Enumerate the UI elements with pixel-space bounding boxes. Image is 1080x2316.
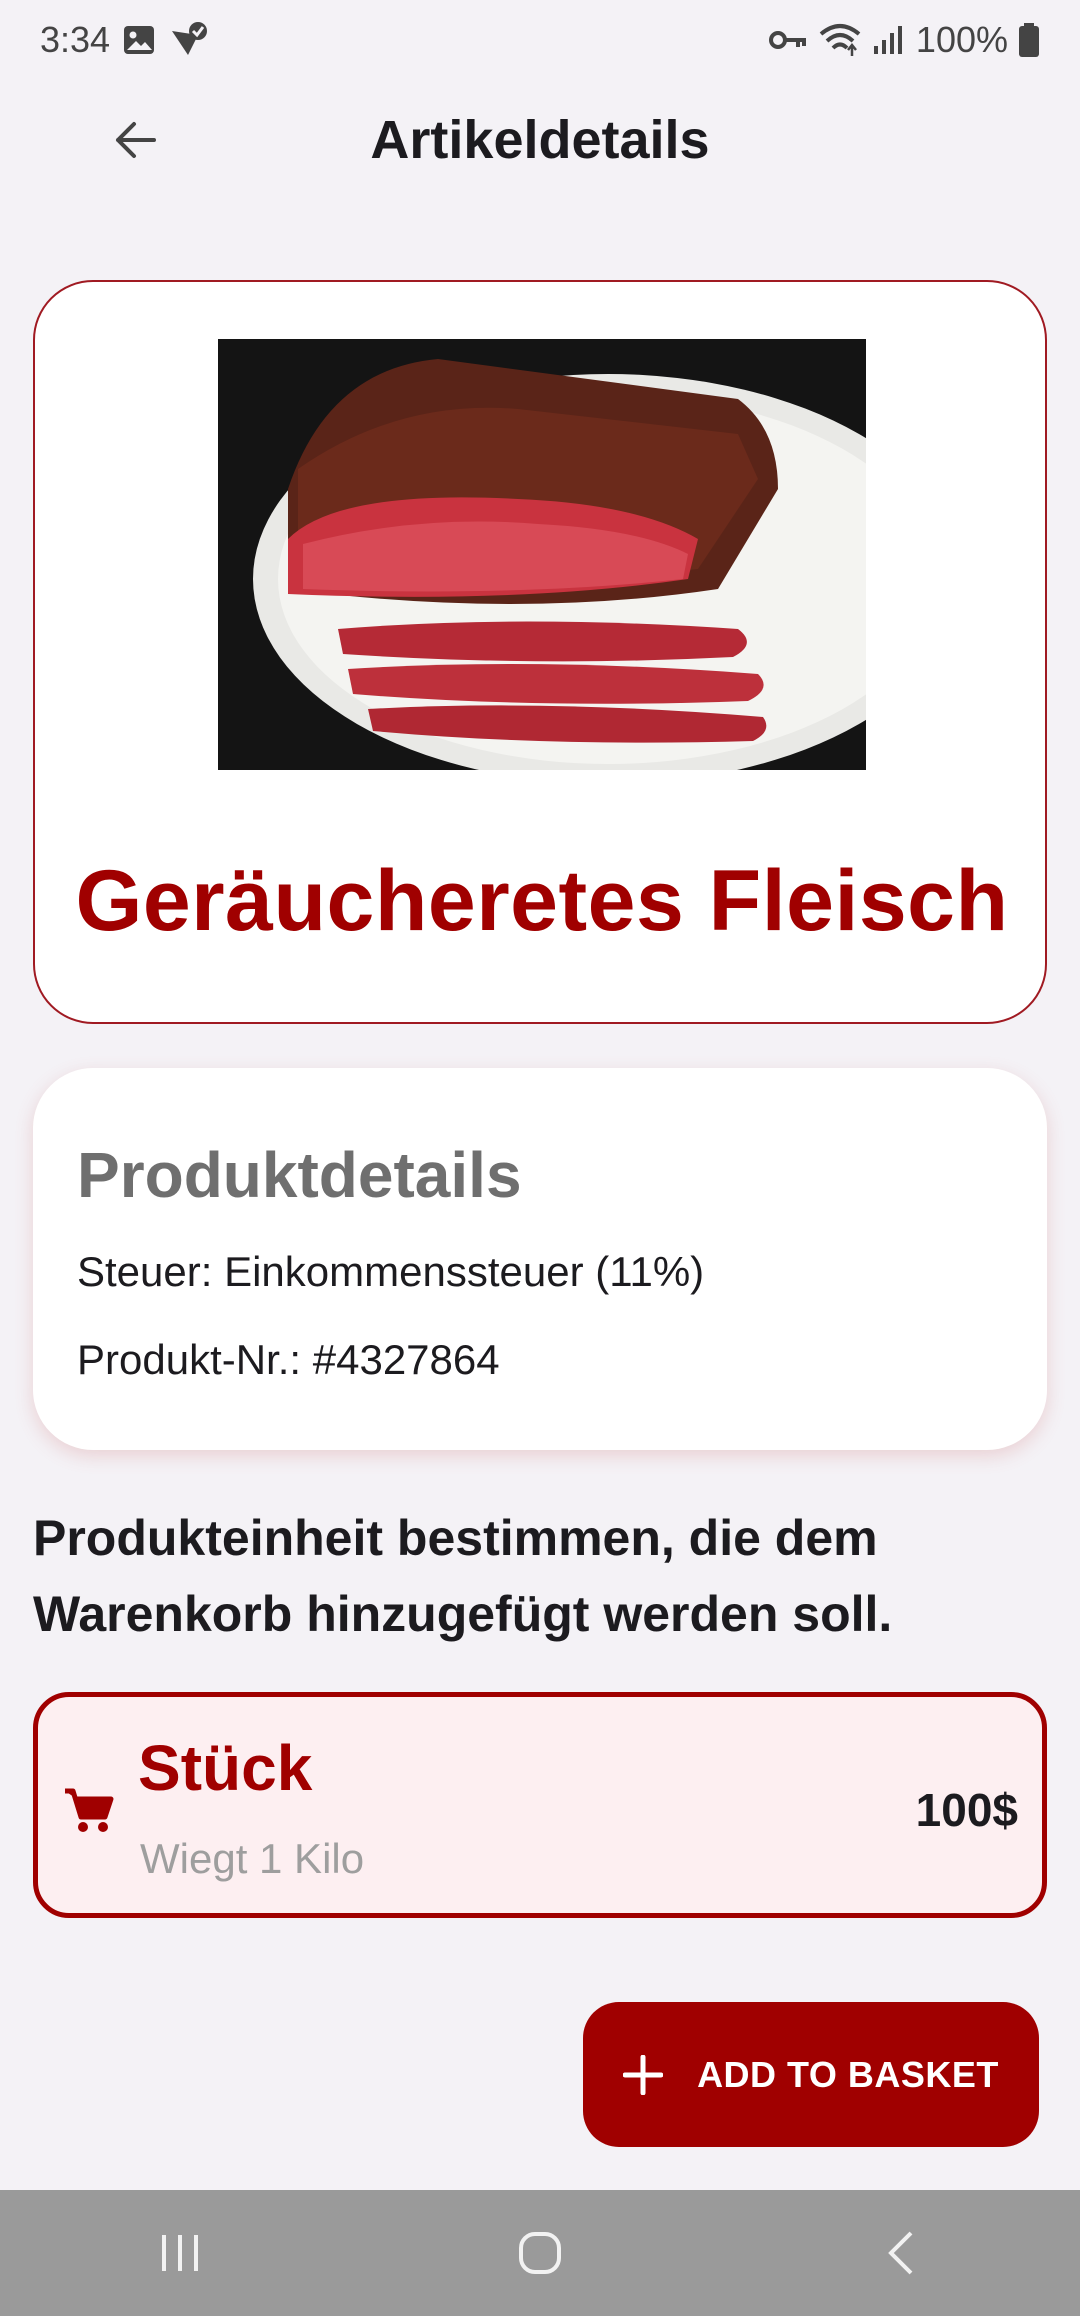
recent-apps-icon: [162, 2235, 198, 2271]
status-bar: 3:34 100%: [0, 0, 1080, 80]
location-check-icon: [172, 22, 208, 55]
product-image: [218, 339, 866, 770]
unit-description: Wiegt 1 Kilo: [140, 1835, 365, 1882]
status-left: 3:34: [40, 19, 208, 61]
arrow-back-icon: [116, 122, 156, 158]
home-icon: [519, 2232, 561, 2274]
add-to-basket-label: ADD TO BASKET: [697, 2053, 999, 2095]
vpn-key-icon: [768, 31, 806, 49]
battery-percent: 100%: [915, 19, 1008, 60]
app-bar: Artikeldetails: [0, 90, 1080, 190]
status-time: 3:34: [40, 19, 111, 60]
gallery-icon: [124, 26, 155, 54]
home-button[interactable]: [480, 2208, 600, 2298]
product-name: Geräucheretes Fleisch: [75, 853, 1009, 949]
product-card: Geräucheretes Fleisch: [33, 280, 1047, 1024]
unit-name: Stück: [138, 1732, 313, 1804]
product-details-card: Produktdetails Steuer: Einkommenssteuer …: [33, 1068, 1047, 1450]
recent-apps-button[interactable]: [120, 2208, 240, 2298]
signal-icon: [873, 26, 902, 54]
unit-option-stueck[interactable]: Stück Wiegt 1 Kilo 100$: [33, 1692, 1047, 1918]
details-title: Produktdetails: [77, 1139, 522, 1211]
back-button[interactable]: [100, 110, 170, 170]
product-number-line: Produkt-Nr.: #4327864: [77, 1336, 500, 1383]
unit-price: 100$: [915, 1784, 1018, 1836]
plus-icon: [623, 2054, 664, 2095]
wifi-icon: [819, 24, 861, 56]
add-to-basket-button[interactable]: ADD TO BASKET: [583, 2002, 1039, 2147]
battery-icon: [1019, 23, 1039, 57]
chevron-left-icon: [888, 2231, 913, 2275]
nav-back-button[interactable]: [840, 2208, 960, 2298]
tax-line: Steuer: Einkommenssteuer (11%): [77, 1248, 705, 1295]
unit-instruction: Produkteinheit bestimmen, die dem Warenk…: [33, 1510, 893, 1642]
status-right: 100%: [768, 19, 1040, 61]
shopping-cart-icon: [65, 1788, 114, 1832]
system-nav-bar: [0, 2190, 1080, 2316]
